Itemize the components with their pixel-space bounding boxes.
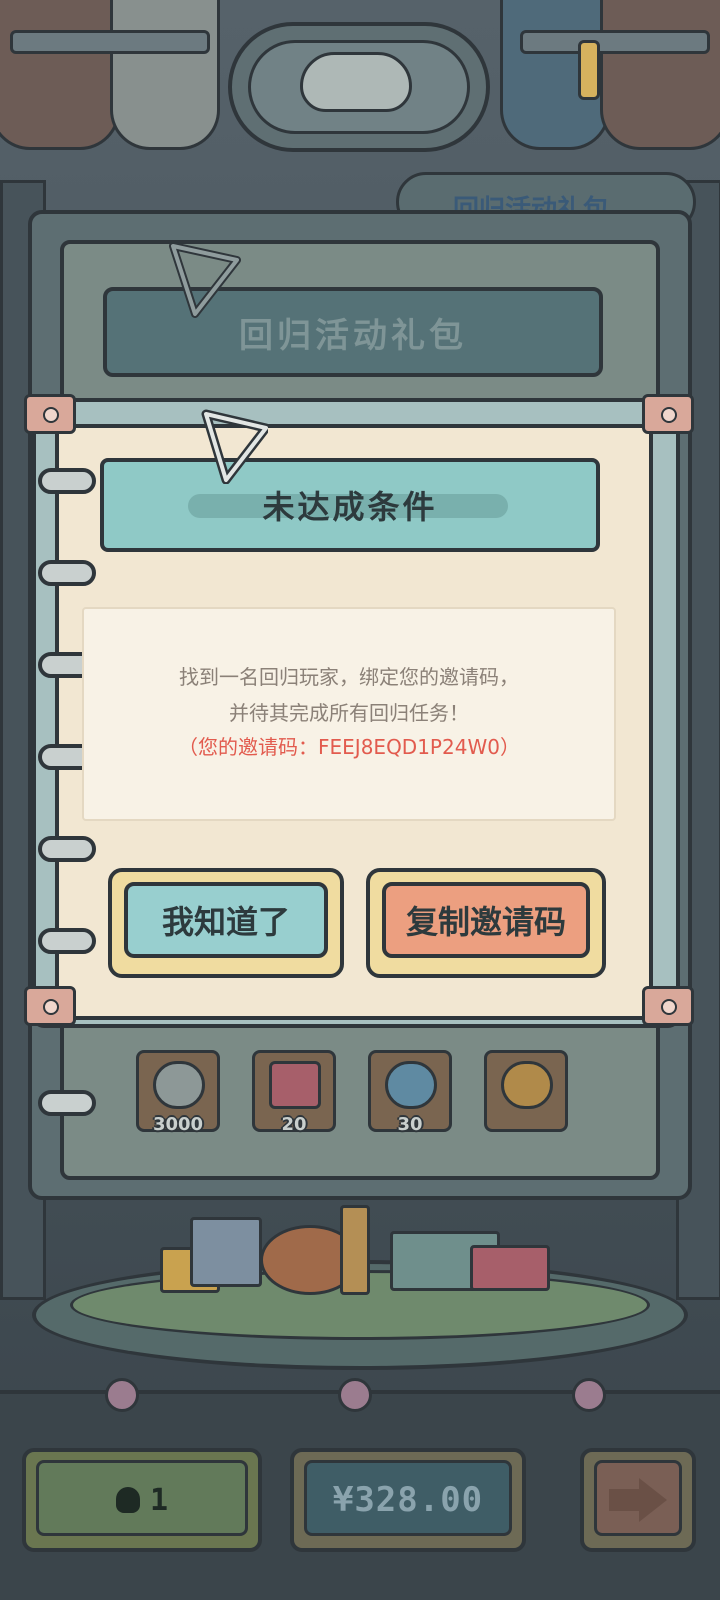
purchase-price-button[interactable]: ¥328.00 — [290, 1448, 526, 1552]
copy-invite-code-label: 复制邀请码 — [382, 882, 590, 958]
reward-qty: 30 — [397, 1114, 423, 1135]
triangle-clip-icon — [201, 409, 268, 484]
potion-icon — [385, 1061, 437, 1109]
ring-icon — [501, 1061, 553, 1109]
curtain-decoration — [110, 0, 220, 150]
corner-bracket — [642, 394, 694, 434]
corner-bracket — [24, 394, 76, 434]
lamp-decoration — [572, 1378, 606, 1412]
notebook-ring — [38, 836, 96, 862]
notebook-ring — [38, 560, 96, 586]
ghost-icon — [153, 1061, 205, 1109]
pipe-decoration — [10, 30, 210, 54]
pipe-decoration — [520, 30, 710, 54]
dialog-title-banner: 未达成条件 — [100, 458, 600, 552]
notebook-ring — [38, 1090, 96, 1116]
draw-count-button[interactable]: 1 — [22, 1448, 262, 1552]
corner-bracket — [24, 986, 76, 1026]
reward-qty: 20 — [281, 1114, 307, 1135]
triangle-clip-icon — [169, 242, 241, 318]
price-label: ¥328.00 — [332, 1480, 484, 1520]
gift-pile — [150, 1195, 570, 1305]
acknowledge-button-label: 我知道了 — [124, 882, 328, 958]
pipe-decoration — [578, 40, 600, 100]
draw-count-value: 1 — [149, 1482, 169, 1518]
dialog-title: 未达成条件 — [262, 488, 438, 526]
reward-qty: 3000 — [152, 1114, 204, 1135]
ghost-mascot-icon — [300, 52, 412, 112]
curtain-decoration — [600, 0, 720, 150]
corner-bracket — [642, 986, 694, 1026]
back-title-text: 回归活动礼包 — [239, 315, 467, 356]
lamp-decoration — [105, 1378, 139, 1412]
ticket-icon — [269, 1061, 321, 1109]
next-button[interactable] — [580, 1448, 696, 1552]
reward-item — [484, 1050, 568, 1132]
invite-code-text: （您的邀请码：FEEJ8EQD1P24W0） — [178, 735, 520, 759]
reward-item: 20 — [252, 1050, 336, 1135]
copy-invite-code-button[interactable]: 复制邀请码 — [366, 868, 606, 978]
arrow-right-icon — [584, 1452, 692, 1548]
message-line: 找到一名回归玩家，绑定您的邀请码， — [179, 665, 519, 689]
message-box: 找到一名回归玩家，绑定您的邀请码， 并待其完成所有回归任务！ （您的邀请码：FE… — [82, 607, 616, 821]
reward-item: 3000 — [136, 1050, 220, 1135]
notebook-ring — [38, 468, 96, 494]
acknowledge-button[interactable]: 我知道了 — [108, 868, 344, 978]
curtain-decoration — [0, 0, 120, 150]
reward-item: 30 — [368, 1050, 452, 1135]
lamp-decoration — [338, 1378, 372, 1412]
ghost-token-icon — [115, 1487, 140, 1513]
notebook-ring — [38, 928, 96, 954]
message-line: 并待其完成所有回归任务！ — [229, 701, 469, 725]
